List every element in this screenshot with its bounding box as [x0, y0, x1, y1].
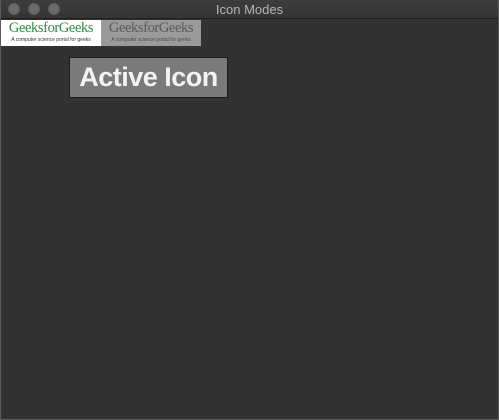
window-title: Icon Modes	[215, 2, 284, 17]
disabled-mode-icon: GeeksforGeeks A computer science portal …	[101, 20, 201, 46]
logo-text: GeeksforGeeks	[108, 20, 194, 36]
logo-tagline: A computer science portal for geeks	[111, 37, 191, 43]
logo-tagline: A computer science portal for geeks	[11, 37, 91, 43]
app-window: Icon Modes GeeksforGeeks A computer scie…	[0, 0, 499, 420]
active-mode-icon[interactable]: Active Icon	[69, 57, 228, 98]
normal-mode-icon: GeeksforGeeks A computer science portal …	[1, 20, 101, 46]
logo-text: GeeksforGeeks	[8, 20, 94, 36]
active-icon-label: Active Icon	[79, 62, 218, 92]
title-bar[interactable]: Icon Modes	[1, 0, 498, 19]
